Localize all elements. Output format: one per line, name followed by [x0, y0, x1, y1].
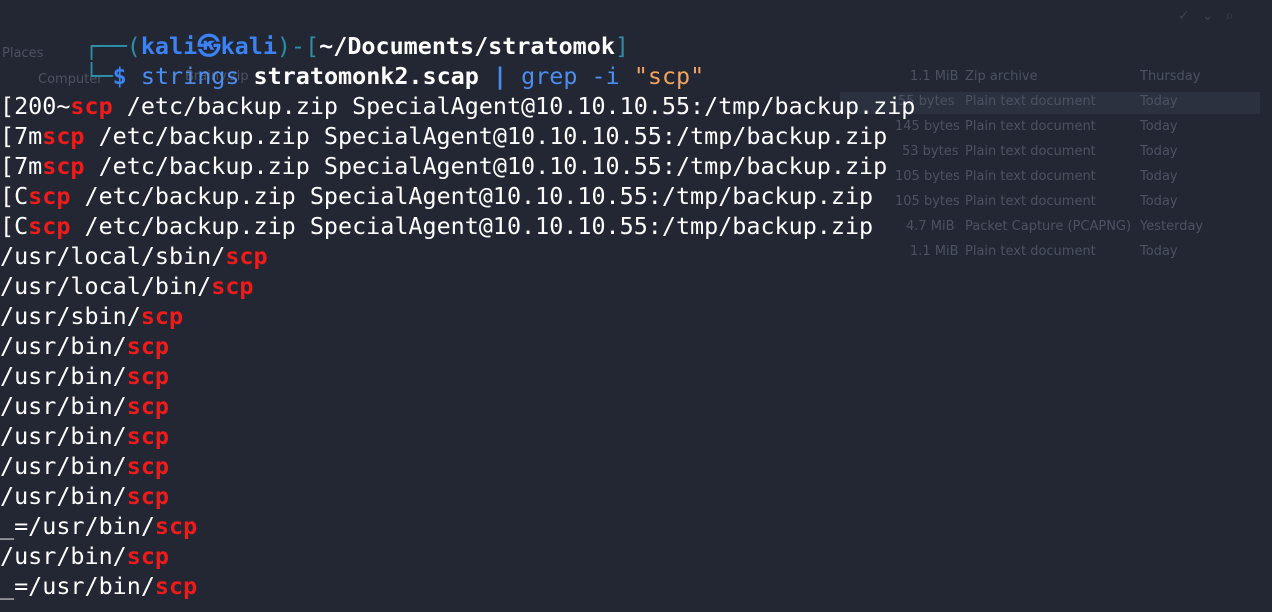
search-icon: ⌕: [1225, 8, 1234, 24]
output-line: /usr/bin/scp: [0, 391, 169, 421]
output-match: scp: [28, 182, 71, 210]
command-pattern: "scp": [633, 62, 705, 90]
output-line: _=/usr/bin/scp: [0, 571, 197, 601]
background-row-modified: Today: [1140, 169, 1178, 184]
output-line: /usr/bin/scp: [0, 541, 169, 571]
output-line: [7mscp /etc/backup.zip SpecialAgent@10.1…: [0, 151, 887, 181]
background-row-type: Plain text document: [965, 144, 1096, 159]
output-match: scp: [126, 422, 169, 450]
output-match: scp: [42, 152, 85, 180]
output-line: /usr/bin/scp: [0, 451, 169, 481]
output-suffix: /etc/backup.zip SpecialAgent@10.10.10.55…: [70, 182, 874, 210]
chevron-down-icon: ⌄: [1201, 8, 1214, 24]
output-line: /usr/sbin/scp: [0, 301, 183, 331]
prompt-frame-bottom: └─: [84, 62, 113, 90]
background-row-modified: Yesterday: [1140, 219, 1204, 234]
output-line: [Cscp /etc/backup.zip SpecialAgent@10.10…: [0, 211, 873, 241]
output-line: /usr/bin/scp: [0, 421, 169, 451]
background-row-modified: Thursday: [1140, 69, 1201, 84]
background-row-size: 1.1 MiB: [910, 69, 959, 84]
background-row-type: Plain text document: [965, 169, 1096, 184]
output-prefix: [7m: [0, 152, 43, 180]
output-match: scp: [42, 122, 85, 150]
output-line: [200~scp /etc/backup.zip SpecialAgent@10…: [0, 91, 915, 121]
command-file-arg: stratomonk2.scap: [253, 62, 479, 90]
output-match: scp: [211, 272, 254, 300]
output-line: /usr/local/bin/scp: [0, 271, 254, 301]
background-row-type: Plain text document: [965, 94, 1096, 109]
background-row-size: 145 bytes: [895, 119, 960, 134]
output-line: /usr/bin/scp: [0, 361, 169, 391]
output-prefix: _=/usr/bin/: [0, 512, 155, 540]
command-pipe: |: [492, 62, 508, 90]
background-row-size: 105 bytes: [895, 194, 960, 209]
background-row-type: Plain text document: [965, 244, 1096, 259]
output-prefix: /usr/bin/: [0, 452, 127, 480]
output-prefix: /usr/bin/: [0, 482, 127, 510]
background-row-type: Plain text document: [965, 119, 1096, 134]
output-prefix: /usr/bin/: [0, 542, 127, 570]
background-row-modified: Today: [1140, 119, 1178, 134]
background-row-type: Plain text document: [965, 194, 1096, 209]
background-row-size: 4.7 MiB: [906, 219, 955, 234]
output-match: scp: [154, 512, 198, 540]
prompt-line: ┌──(kali㉿kali)-[~/Documents/stratomok]: [0, 1, 630, 60]
output-prefix: [200~: [0, 92, 71, 120]
output-prefix: /usr/sbin/: [0, 302, 141, 330]
output-suffix: /etc/backup.zip SpecialAgent@10.10.10.55…: [84, 122, 888, 150]
output-line: [7mscp /etc/backup.zip SpecialAgent@10.1…: [0, 121, 887, 151]
background-row-modified: Today: [1140, 94, 1178, 109]
background-row-size: 53 bytes: [902, 144, 959, 159]
output-match: scp: [126, 392, 169, 420]
background-row-type: Packet Capture (PCAPNG): [965, 219, 1132, 234]
output-match: scp: [126, 332, 169, 360]
background-row-modified: Today: [1140, 244, 1178, 259]
terminal-window[interactable]: Places Computer Brainv.zip ✓ ⌄ ⌕ 1.1 MiB…: [0, 0, 1272, 612]
output-line: _=/usr/bin/scp: [0, 511, 197, 541]
output-prefix: /usr/bin/: [0, 362, 127, 390]
background-row-size: 1.1 MiB: [910, 244, 959, 259]
output-prefix: /usr/local/bin/: [0, 272, 212, 300]
output-prefix: [C: [0, 182, 29, 210]
output-match: scp: [225, 242, 268, 270]
output-match: scp: [28, 212, 71, 240]
output-prefix: /usr/bin/: [0, 332, 127, 360]
output-prefix: [C: [0, 212, 29, 240]
output-match: scp: [154, 572, 198, 600]
background-row-modified: Today: [1140, 194, 1178, 209]
output-suffix: /etc/backup.zip SpecialAgent@10.10.10.55…: [84, 152, 888, 180]
output-match: scp: [126, 362, 169, 390]
check-icon: ✓: [1178, 8, 1190, 24]
command-program: strings: [140, 62, 240, 90]
output-prefix: /usr/bin/: [0, 422, 127, 450]
output-line: [Cscp /etc/backup.zip SpecialAgent@10.10…: [0, 181, 873, 211]
output-prefix: [7m: [0, 122, 43, 150]
output-prefix: /usr/local/sbin/: [0, 242, 226, 270]
command-line[interactable]: └─$ strings stratomonk2.scap | grep -i "…: [0, 31, 705, 90]
background-row-size: 105 bytes: [895, 169, 960, 184]
output-match: scp: [126, 482, 169, 510]
output-line: /usr/local/sbin/scp: [0, 241, 268, 271]
output-prefix: _=/usr/bin/: [0, 572, 155, 600]
output-match: scp: [126, 542, 169, 570]
background-toolbar-icons: ✓ ⌄ ⌕: [1178, 8, 1248, 28]
output-line: /usr/bin/scp: [0, 331, 169, 361]
output-match: scp: [70, 92, 113, 120]
background-row-type: Zip archive: [965, 69, 1038, 84]
output-match: scp: [140, 302, 184, 330]
output-suffix: /etc/backup.zip SpecialAgent@10.10.10.55…: [112, 92, 916, 120]
output-line: /usr/bin/scp: [0, 481, 169, 511]
output-suffix: /etc/backup.zip SpecialAgent@10.10.10.55…: [70, 212, 874, 240]
background-row-modified: Today: [1140, 144, 1178, 159]
prompt-dollar: $: [112, 62, 127, 90]
output-prefix: /usr/bin/: [0, 392, 127, 420]
command-filter: grep -i: [521, 62, 620, 90]
output-match: scp: [126, 452, 169, 480]
